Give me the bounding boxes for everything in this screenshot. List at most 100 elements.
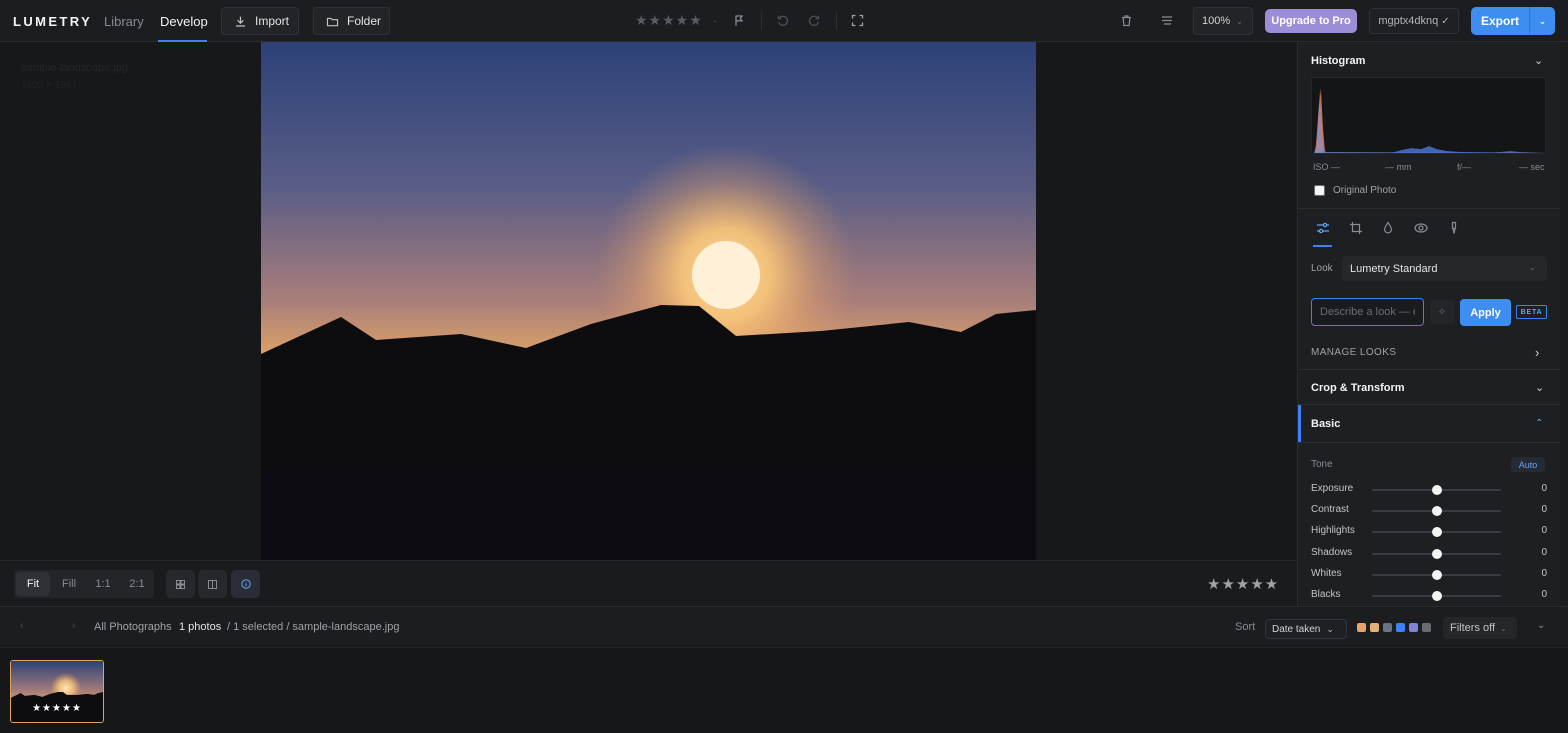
sort-select[interactable]: Date taken ⌄ bbox=[1265, 619, 1347, 639]
slider-handle[interactable] bbox=[1431, 506, 1442, 516]
auto-tone-button[interactable]: Auto bbox=[1511, 457, 1545, 472]
photo-preview[interactable] bbox=[261, 42, 1036, 560]
nav-develop[interactable]: Develop bbox=[160, 14, 208, 29]
zoom-fill-button[interactable]: Fill bbox=[52, 570, 86, 598]
collection-name[interactable]: All Photographs bbox=[94, 621, 172, 633]
crop-expand-chevron-icon[interactable]: ⌄ bbox=[1535, 381, 1544, 394]
zoom-value: 100% bbox=[1202, 15, 1231, 27]
panel-scrollbar[interactable] bbox=[1560, 42, 1568, 606]
slider-label: Whites bbox=[1311, 568, 1342, 579]
filmstrip-prev-icon[interactable]: ‹ bbox=[20, 620, 23, 631]
zoom-2to1-button[interactable]: 2:1 bbox=[120, 570, 154, 598]
filters-button[interactable]: Filters off ⌄ bbox=[1443, 617, 1517, 639]
healing-brush-icon[interactable] bbox=[1447, 221, 1461, 235]
basic-collapse-chevron-icon[interactable]: ⌃ bbox=[1535, 418, 1543, 429]
export-dropdown-chevron-icon[interactable]: ⌄ bbox=[1529, 7, 1555, 35]
adjustments-icon[interactable] bbox=[1316, 221, 1330, 235]
slider-label: Exposure bbox=[1311, 483, 1354, 494]
zoom-1to1-button[interactable]: 1:1 bbox=[86, 570, 120, 598]
folder-button[interactable]: Folder bbox=[313, 7, 390, 35]
slider-value: 0 bbox=[1541, 504, 1547, 515]
slider-highlights[interactable]: Highlights 0 bbox=[1311, 525, 1547, 539]
original-photo-checkbox[interactable] bbox=[1314, 185, 1325, 196]
filters-label: Filters off bbox=[1450, 622, 1496, 634]
slider-contrast[interactable]: Contrast 0 bbox=[1311, 504, 1547, 518]
slider-value: 0 bbox=[1541, 547, 1547, 558]
import-button[interactable]: Import bbox=[221, 7, 299, 35]
slider-value: 0 bbox=[1541, 568, 1547, 579]
slider-handle[interactable] bbox=[1431, 591, 1442, 601]
upgrade-button[interactable]: Upgrade to Pro bbox=[1265, 9, 1357, 33]
drop-icon[interactable] bbox=[1381, 221, 1395, 235]
slider-handle[interactable] bbox=[1431, 570, 1442, 580]
color-label-swatch[interactable] bbox=[1422, 623, 1431, 632]
slider-handle[interactable] bbox=[1431, 549, 1442, 559]
user-menu-button[interactable]: mgptx4dknq ✓ bbox=[1369, 8, 1459, 34]
masking-icon[interactable] bbox=[1414, 221, 1428, 235]
slider-label: Contrast bbox=[1311, 504, 1349, 515]
slider-blacks[interactable]: Blacks 0 bbox=[1311, 589, 1547, 603]
color-label-swatch[interactable] bbox=[1370, 623, 1379, 632]
nav-library[interactable]: Library bbox=[104, 14, 144, 29]
crop-transform-title[interactable]: Crop & Transform bbox=[1311, 382, 1405, 394]
zoom-select[interactable]: 100% ⌄ bbox=[1193, 7, 1253, 35]
slider-handle[interactable] bbox=[1431, 527, 1442, 537]
grid-icon bbox=[176, 579, 185, 589]
slider-exposure[interactable]: Exposure 0 bbox=[1311, 483, 1547, 497]
info-icon bbox=[240, 579, 251, 589]
selection-info: / 1 selected / sample-landscape.jpg bbox=[227, 621, 400, 633]
color-label-swatch[interactable] bbox=[1409, 623, 1418, 632]
undo-icon[interactable] bbox=[776, 14, 789, 27]
toolbar-divider bbox=[836, 12, 837, 30]
flag-icon[interactable] bbox=[733, 14, 745, 27]
basic-section-accent bbox=[1298, 405, 1301, 442]
chevron-right-icon[interactable]: › bbox=[1535, 345, 1539, 360]
rating-stars[interactable]: ★★★★★ bbox=[635, 12, 703, 29]
basic-title[interactable]: Basic bbox=[1311, 418, 1340, 430]
zoom-fit-button[interactable]: Fit bbox=[16, 572, 50, 596]
photo-rating-stars[interactable]: ★★★★★ bbox=[1207, 575, 1279, 593]
color-label-swatch[interactable] bbox=[1357, 623, 1366, 632]
chevron-down-icon: ⌄ bbox=[1529, 263, 1536, 272]
color-label-swatch[interactable] bbox=[1396, 623, 1405, 632]
slider-value: 0 bbox=[1541, 483, 1547, 494]
redo-icon[interactable] bbox=[808, 14, 821, 27]
color-label-swatch[interactable] bbox=[1383, 623, 1392, 632]
import-label: Import bbox=[255, 14, 290, 28]
slider-value: 0 bbox=[1541, 525, 1547, 536]
menu-lines-icon[interactable] bbox=[1161, 15, 1173, 26]
filmstrip-next-icon[interactable]: › bbox=[72, 620, 75, 631]
exif-focal-length: — mm bbox=[1385, 162, 1412, 172]
exif-shutter: — sec bbox=[1519, 162, 1545, 172]
export-button[interactable]: Export ⌄ bbox=[1471, 7, 1555, 35]
collapse-filmstrip-chevron-icon[interactable]: ⌄ bbox=[1537, 620, 1545, 631]
apply-look-button[interactable]: Apply bbox=[1460, 299, 1511, 326]
photo-count: 1 photos bbox=[179, 621, 222, 633]
crop-icon[interactable] bbox=[1349, 221, 1363, 235]
slider-label: Highlights bbox=[1311, 525, 1355, 536]
describe-look-input[interactable] bbox=[1311, 298, 1424, 326]
rating-clear[interactable]: · bbox=[713, 13, 717, 28]
sparkle-icon[interactable]: ✧ bbox=[1430, 300, 1454, 324]
fullscreen-icon[interactable] bbox=[851, 14, 864, 27]
chevron-down-icon: ⌄ bbox=[1236, 16, 1243, 26]
info-overlay-button[interactable] bbox=[231, 570, 260, 598]
trash-icon[interactable] bbox=[1120, 14, 1133, 27]
slider-label: Blacks bbox=[1311, 589, 1341, 600]
sort-label: Sort bbox=[1235, 621, 1256, 633]
user-name: mgptx4dknq bbox=[1378, 15, 1439, 27]
app-logo: LUMETRY bbox=[13, 14, 93, 29]
slider-handle[interactable] bbox=[1431, 485, 1442, 495]
export-label: Export bbox=[1480, 14, 1519, 28]
manage-looks-link[interactable]: MANAGE LOOKS bbox=[1311, 347, 1396, 358]
thumbnail-rating-stars: ★★★★★ bbox=[32, 703, 82, 714]
sort-value: Date taken bbox=[1272, 623, 1321, 635]
tone-label: Tone bbox=[1311, 459, 1333, 470]
histogram-collapse-chevron-icon[interactable]: ⌄ bbox=[1534, 54, 1543, 67]
check-icon: ✓ bbox=[1441, 15, 1450, 27]
slider-whites[interactable]: Whites 0 bbox=[1311, 568, 1547, 582]
slider-shadows[interactable]: Shadows 0 bbox=[1311, 547, 1547, 561]
compare-view-button[interactable] bbox=[198, 570, 227, 598]
grid-view-button[interactable] bbox=[166, 570, 195, 598]
look-select[interactable]: Lumetry Standard bbox=[1342, 256, 1547, 281]
